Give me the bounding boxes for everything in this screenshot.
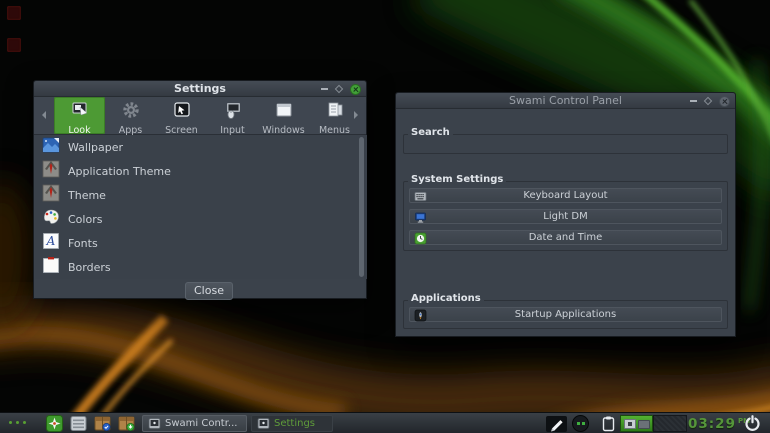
workspace-1-active[interactable] xyxy=(620,415,653,432)
startup-icon xyxy=(414,309,427,325)
close-window-icon[interactable] xyxy=(350,84,361,95)
input-devices-icon xyxy=(223,100,243,124)
tab-windows[interactable]: Windows xyxy=(258,97,309,134)
mini-window xyxy=(638,420,650,429)
keyboard-icon xyxy=(414,190,427,206)
list-item-wallpaper[interactable]: Wallpaper xyxy=(35,135,367,159)
swami-window-title: Swami Control Panel xyxy=(396,94,735,107)
svg-text:A: A xyxy=(46,234,56,248)
window-icon xyxy=(274,100,294,124)
taskbar-button-swami[interactable]: Swami Contr... xyxy=(142,415,247,432)
swami-control-panel-window: Swami Control Panel Search System Settin… xyxy=(395,92,736,337)
palette-icon xyxy=(42,208,60,230)
tab-screen[interactable]: Screen xyxy=(156,97,207,134)
list-item-application-theme[interactable]: Application Theme xyxy=(35,159,367,183)
search-input[interactable]: Search xyxy=(403,134,728,154)
settings-window: Settings Look Apps xyxy=(33,80,367,299)
tab-menus[interactable]: Menus xyxy=(309,97,360,134)
screen-icon xyxy=(172,100,192,124)
scrollbar-thumb[interactable] xyxy=(359,137,364,277)
workspace-switcher[interactable] xyxy=(620,415,687,432)
fonts-icon: A xyxy=(42,232,60,254)
close-dialog-button[interactable]: Close xyxy=(185,282,233,300)
taskbar-button-label: Swami Contr... xyxy=(165,418,237,429)
display-icon xyxy=(414,211,427,227)
tab-look[interactable]: Look xyxy=(54,97,105,134)
close-window-icon[interactable] xyxy=(719,96,730,107)
list-item-fonts[interactable]: A Fonts xyxy=(35,231,367,255)
startup-applications-button[interactable]: Startup Applications xyxy=(409,307,722,322)
button-label: Date and Time xyxy=(529,232,603,243)
screenshot-pen-icon[interactable] xyxy=(546,416,567,432)
button-label: Keyboard Layout xyxy=(523,190,607,201)
desktop-icon[interactable] xyxy=(7,38,21,52)
minimize-icon[interactable] xyxy=(690,100,697,102)
look-icon xyxy=(70,100,90,124)
minimize-icon[interactable] xyxy=(321,88,328,90)
taskbar-button-label: Settings xyxy=(274,418,315,429)
list-item-label: Borders xyxy=(68,261,111,274)
taskbar: Swami Contr... Settings 03:29 PM xyxy=(0,412,770,433)
button-label: Light DM xyxy=(543,211,587,222)
list-item-label: Colors xyxy=(68,213,102,226)
window-icon xyxy=(148,417,161,430)
settings-window-title: Settings xyxy=(34,82,366,95)
package-updater-launcher-icon[interactable] xyxy=(118,415,135,432)
list-item-borders[interactable]: Borders xyxy=(35,255,367,279)
maximize-icon[interactable] xyxy=(704,97,712,105)
swami-titlebar[interactable]: Swami Control Panel xyxy=(396,93,735,109)
list-item-label: Fonts xyxy=(68,237,98,250)
suit-icon xyxy=(42,160,60,182)
suit-icon xyxy=(42,184,60,206)
settings-titlebar[interactable]: Settings xyxy=(34,81,366,97)
window-icon xyxy=(257,417,270,430)
list-item-label: Wallpaper xyxy=(68,141,123,154)
tab-input[interactable]: Input xyxy=(207,97,258,134)
keyboard-layout-button[interactable]: Keyboard Layout xyxy=(409,188,722,203)
date-and-time-button[interactable]: Date and Time xyxy=(409,230,722,245)
menus-icon xyxy=(325,100,345,124)
button-label: Startup Applications xyxy=(515,309,616,320)
scrollbar[interactable] xyxy=(359,137,364,277)
applications-section: Applications Startup Applications xyxy=(403,300,728,329)
desktop: Settings Look Apps xyxy=(0,0,770,433)
browser-launcher-icon[interactable] xyxy=(46,415,63,432)
scroll-left-icon[interactable] xyxy=(38,111,46,119)
section-label: System Settings xyxy=(408,174,506,185)
clock[interactable]: 03:29 PM xyxy=(688,415,750,432)
tab-apps[interactable]: Apps xyxy=(105,97,156,134)
clipboard-icon[interactable] xyxy=(601,415,616,432)
list-item-label: Application Theme xyxy=(68,165,171,178)
swami-body: Search System Settings Keyboard Layout L… xyxy=(396,109,735,338)
mini-window-active xyxy=(624,419,636,429)
maximize-icon[interactable] xyxy=(335,85,343,93)
list-item-colors[interactable]: Colors xyxy=(35,207,367,231)
list-item-label: Theme xyxy=(68,189,106,202)
section-label: Applications xyxy=(408,293,484,304)
list-item-theme[interactable]: Theme xyxy=(35,183,367,207)
search-label: Search xyxy=(408,127,453,138)
clock-icon xyxy=(414,232,427,248)
borders-icon xyxy=(42,256,60,278)
taskbar-button-settings[interactable]: Settings xyxy=(251,415,333,432)
desktop-icon[interactable] xyxy=(7,6,21,20)
wallpaper-icon xyxy=(42,136,60,158)
lightdm-button[interactable]: Light DM xyxy=(409,209,722,224)
file-manager-launcher-icon[interactable] xyxy=(70,415,87,432)
settings-toolbar: Look Apps Screen Input xyxy=(34,97,366,135)
panel-menu-icon[interactable] xyxy=(9,421,26,424)
workspace-2[interactable] xyxy=(653,415,687,432)
settings-footer: Close xyxy=(34,279,366,300)
package-manager-launcher-icon[interactable] xyxy=(94,415,111,432)
settings-list: Wallpaper Application Theme Theme Colors xyxy=(35,135,367,279)
system-monitor-icon[interactable] xyxy=(572,415,589,432)
clock-time: 03:29 xyxy=(688,416,736,432)
power-icon[interactable] xyxy=(744,415,761,432)
system-settings-section: System Settings Keyboard Layout Light DM xyxy=(403,181,728,251)
gear-icon xyxy=(121,100,141,124)
